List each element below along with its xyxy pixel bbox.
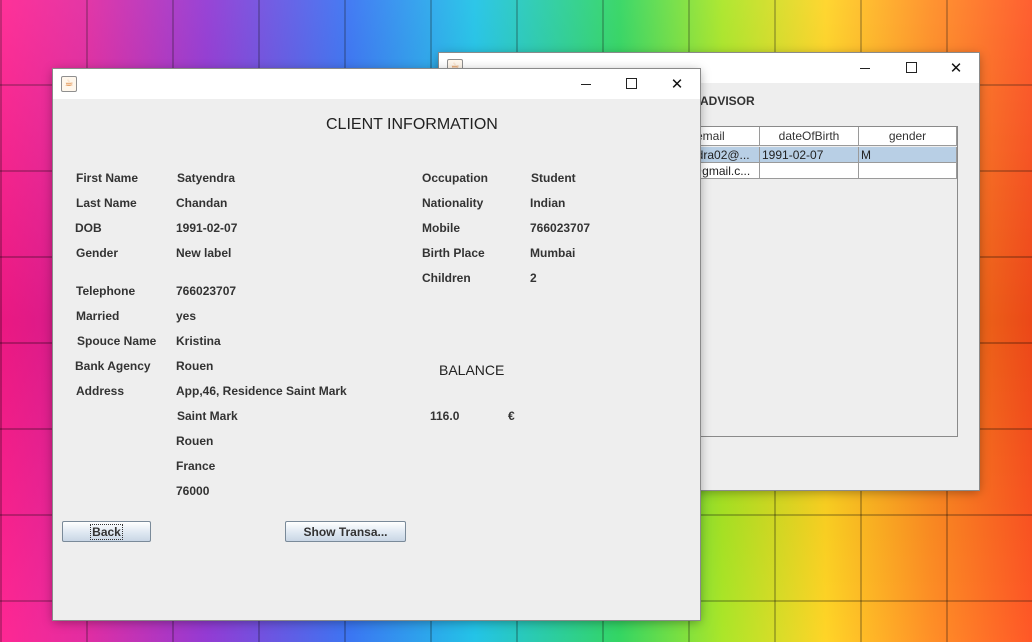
balance-currency: € bbox=[508, 409, 515, 423]
telephone-value: 766023707 bbox=[176, 284, 237, 298]
first-name-label: First Name bbox=[76, 171, 139, 185]
maximize-button[interactable] bbox=[608, 69, 654, 99]
birth-place-label: Birth Place bbox=[422, 246, 485, 260]
advisor-header-label: ADVISOR bbox=[700, 94, 755, 108]
address-line-4: France bbox=[176, 459, 216, 473]
children-label: Children bbox=[422, 271, 471, 285]
close-button[interactable]: ✕ bbox=[654, 69, 700, 99]
table-cell[interactable]: M bbox=[859, 147, 957, 163]
bank-agency-value: Rouen bbox=[176, 359, 214, 373]
balance-title: BALANCE bbox=[439, 362, 505, 378]
dob-value: 1991-02-07 bbox=[176, 221, 238, 235]
clients-table[interactable]: email dateOfBirth gender ndra02@... 1991… bbox=[679, 126, 958, 437]
table-cell[interactable] bbox=[760, 163, 859, 179]
column-header-gender[interactable]: gender bbox=[859, 127, 957, 146]
java-cup-icon: ☕ bbox=[61, 76, 77, 92]
client-info-window: ☕ ✕ CLIENT INFORMATION First Name Satyen… bbox=[53, 69, 700, 620]
column-header-dateofbirth[interactable]: dateOfBirth bbox=[760, 127, 859, 146]
address-line-5: 76000 bbox=[176, 484, 210, 498]
table-cell[interactable] bbox=[859, 163, 957, 179]
nationality-label: Nationality bbox=[422, 196, 484, 210]
gender-value: New label bbox=[176, 246, 232, 260]
back-button-label: Back bbox=[90, 524, 123, 540]
close-button[interactable]: ✕ bbox=[933, 53, 979, 83]
gender-label: Gender bbox=[76, 246, 119, 260]
children-value: 2 bbox=[530, 271, 537, 285]
balance-amount: 116.0 bbox=[430, 409, 460, 423]
occupation-label: Occupation bbox=[422, 171, 489, 185]
page-title: CLIENT INFORMATION bbox=[326, 116, 498, 133]
show-transactions-button[interactable]: Show Transa... bbox=[285, 521, 406, 542]
first-name-value: Satyendra bbox=[177, 171, 236, 185]
dob-label: DOB bbox=[75, 221, 102, 235]
address-label: Address bbox=[76, 384, 125, 398]
telephone-label: Telephone bbox=[76, 284, 136, 298]
married-value: yes bbox=[176, 309, 197, 323]
address-line-3: Rouen bbox=[176, 434, 214, 448]
birth-place-value: Mumbai bbox=[530, 246, 576, 260]
last-name-label: Last Name bbox=[76, 196, 137, 210]
married-label: Married bbox=[76, 309, 120, 323]
address-value: App,46, Residence Saint Mark bbox=[176, 384, 347, 398]
bank-agency-label: Bank Agency bbox=[75, 359, 151, 373]
occupation-value: Student bbox=[531, 171, 576, 185]
back-button[interactable]: Back bbox=[62, 521, 151, 542]
nationality-value: Indian bbox=[530, 196, 566, 210]
maximize-button[interactable] bbox=[888, 53, 934, 83]
client-titlebar[interactable]: ☕ ✕ bbox=[53, 69, 700, 99]
table-cell[interactable]: 1991-02-07 bbox=[760, 147, 859, 163]
mobile-value: 766023707 bbox=[530, 221, 591, 235]
minimize-button[interactable] bbox=[563, 69, 609, 99]
spouse-name-label: Spouce Name bbox=[77, 334, 157, 348]
address-line-2: Saint Mark bbox=[177, 409, 238, 423]
spouse-name-value: Kristina bbox=[176, 334, 221, 348]
last-name-value: Chandan bbox=[176, 196, 228, 210]
mobile-label: Mobile bbox=[422, 221, 460, 235]
minimize-button[interactable] bbox=[842, 53, 888, 83]
